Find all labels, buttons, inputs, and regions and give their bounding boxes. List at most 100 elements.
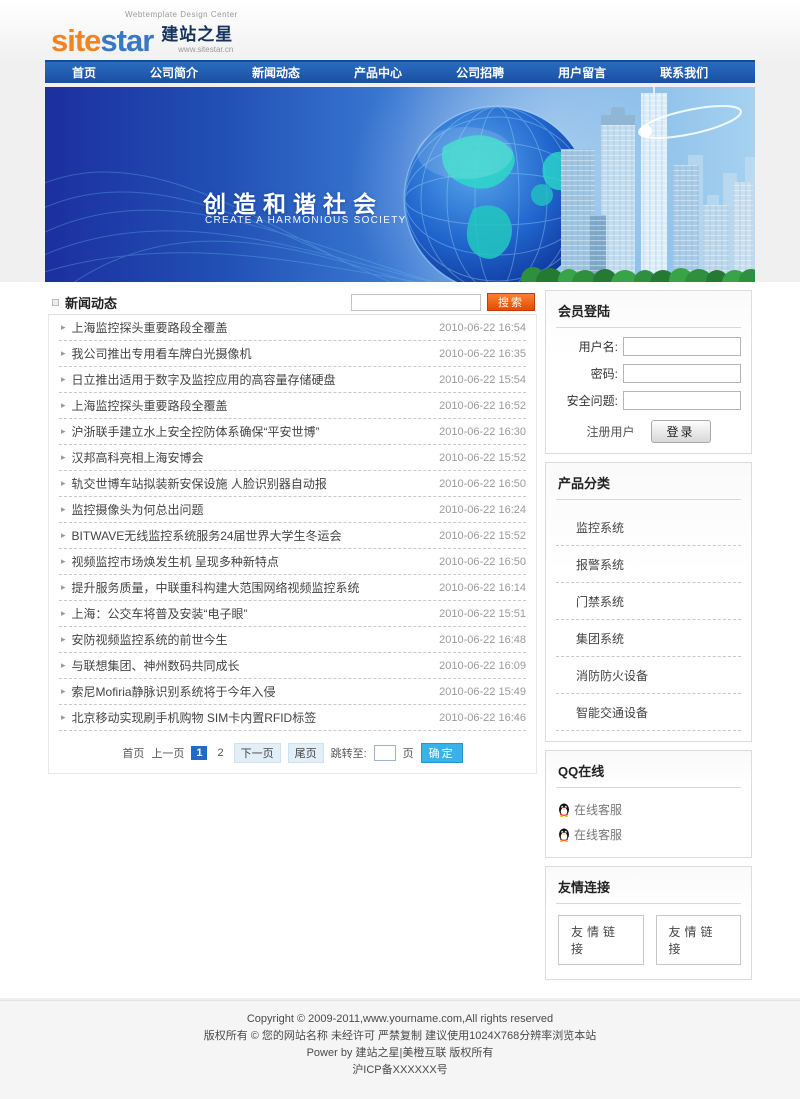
search-area: 搜索 (351, 293, 535, 311)
category-item-access[interactable]: 门禁系统 (556, 583, 741, 620)
news-link[interactable]: 提升服务质量，中联重科构建大范围网络视频监控系统 (72, 579, 360, 596)
news-item[interactable]: ▸BITWAVE无线监控系统服务24届世界大学生冬运会2010-06-22 15… (59, 523, 526, 549)
category-item-fire[interactable]: 消防防火设备 (556, 657, 741, 694)
news-link[interactable]: 轨交世博车站拟装新安保设施 人脸识别器自动报 (72, 475, 327, 492)
logo-site-text: site (51, 23, 100, 58)
arrow-bullet-icon: ▸ (61, 322, 66, 333)
nav-item-news[interactable]: 新闻动态 (225, 64, 327, 81)
footer: Copyright © 2009-2011,www.yourname.com,A… (0, 1000, 800, 1099)
news-date: 2010-06-22 16:48 (431, 634, 526, 646)
pagination-next[interactable]: 下一页 (234, 743, 281, 763)
news-link[interactable]: 北京移动实现刷手机购物 SIM卡内置RFID标签 (72, 709, 317, 726)
arrow-bullet-icon: ▸ (61, 530, 66, 541)
search-button[interactable]: 搜索 (487, 293, 535, 311)
pagination-jump-input[interactable] (374, 745, 396, 761)
news-link[interactable]: 沪浙联手建立水上安全控防体系确保“平安世博” (72, 423, 320, 440)
nav-item-home[interactable]: 首页 (45, 64, 123, 81)
qq-service-row[interactable]: 在线客服 (556, 822, 741, 847)
news-item[interactable]: ▸ 北京移动实现刷手机购物 SIM卡内置RFID标签 2010-06-22 16:4… (59, 705, 526, 731)
arrow-bullet-icon: ▸ (61, 426, 66, 437)
password-input[interactable] (623, 364, 741, 383)
logo-url-text: www.sitestar.cn (161, 45, 233, 54)
news-link[interactable]: BITWAVE无线监控系统服务24届世界大学生冬运会 (72, 527, 342, 544)
news-item[interactable]: ▸汉邦高科亮相上海安博会2010-06-22 15:52 (59, 445, 526, 471)
news-item[interactable]: ▸我公司推出专用看车牌白光摄像机2010-06-22 16:35 (59, 341, 526, 367)
nav-item-products[interactable]: 产品中心 (327, 64, 429, 81)
news-item[interactable]: ▸与联想集团、神州数码共同成长2010-06-22 16:09 (59, 653, 526, 679)
news-link[interactable]: 我公司推出专用看车牌白光摄像机 (72, 345, 252, 362)
news-link[interactable]: 视频监控市场焕发生机 呈现多种新特点 (72, 553, 279, 570)
news-link[interactable]: 安防视频监控系统的前世今生 (72, 631, 228, 648)
news-item[interactable]: ▸沪浙联手建立水上安全控防体系确保“平安世博”2010-06-22 16:30 (59, 419, 526, 445)
arrow-bullet-icon: ▸ (61, 712, 66, 723)
news-item[interactable]: ▸安防视频监控系统的前世今生2010-06-22 16:48 (59, 627, 526, 653)
qq-service-label[interactable]: 在线客服 (574, 826, 622, 843)
news-link[interactable]: 与联想集团、神州数码共同成长 (72, 657, 240, 674)
friendly-link[interactable]: 友情链接 (656, 915, 742, 965)
search-input[interactable] (351, 294, 481, 311)
product-categories-title: 产品分类 (556, 471, 741, 500)
logo-cn-text: 建站之星 (161, 20, 233, 45)
logo[interactable]: sitestar 建站之星 www.sitestar.cn (51, 20, 233, 56)
pagination: 首页 上一页 1 2 下一页 尾页 跳转至: 页 确定 (59, 743, 526, 763)
category-item-monitoring[interactable]: 监控系统 (556, 509, 741, 546)
friendly-link[interactable]: 友情链接 (558, 915, 644, 965)
category-item-group[interactable]: 集团系统 (556, 620, 741, 657)
news-link[interactable]: 索尼Mofiria静脉识别系统将于今年入侵 (72, 683, 276, 700)
login-button[interactable]: 登录 (651, 420, 711, 443)
pagination-confirm-button[interactable]: 确定 (421, 743, 463, 763)
news-link[interactable]: 监控摄像头为何总出问题 (72, 501, 204, 518)
news-link[interactable]: 上海监控探头重要路段全覆盖 (72, 397, 228, 414)
arrow-bullet-icon: ▸ (61, 348, 66, 359)
pagination-page-2[interactable]: 2 (214, 746, 226, 760)
news-item[interactable]: ▸索尼Mofiria静脉识别系统将于今年入侵2010-06-22 15:49 (59, 679, 526, 705)
category-item-alarm[interactable]: 报警系统 (556, 546, 741, 583)
qq-service-label[interactable]: 在线客服 (574, 801, 622, 818)
news-link[interactable]: 汉邦高科亮相上海安博会 (72, 449, 204, 466)
news-item[interactable]: ▸监控摄像头为何总出问题2010-06-22 16:24 (59, 497, 526, 523)
pagination-first[interactable]: 首页 (122, 745, 144, 761)
friendly-links-title: 友情连接 (556, 875, 741, 904)
arrow-bullet-icon: ▸ (61, 686, 66, 697)
category-item-traffic[interactable]: 智能交通设备 (556, 694, 741, 731)
pagination-last[interactable]: 尾页 (288, 743, 324, 763)
news-item[interactable]: ▸视频监控市场焕发生机 呈现多种新特点2010-06-22 16:50 (59, 549, 526, 575)
logo-cn-block: 建站之星 www.sitestar.cn (161, 20, 233, 56)
qq-service-row[interactable]: 在线客服 (556, 797, 741, 822)
qq-penguin-icon (558, 803, 570, 817)
nav-item-contact[interactable]: 联系我们 (633, 64, 735, 81)
register-link[interactable]: 注册用户 (586, 423, 634, 440)
news-item[interactable]: ▸轨交世博车站拟装新安保设施 人脸识别器自动报2010-06-22 16:50 (59, 471, 526, 497)
arrow-bullet-icon: ▸ (61, 608, 66, 619)
news-date: 2010-06-22 16:46 (431, 712, 526, 724)
category-list: 监控系统 报警系统 门禁系统 集团系统 消防防火设备 智能交通设备 (556, 509, 741, 731)
security-question-row: 安全问题: (556, 391, 741, 410)
qq-penguin-icon (558, 828, 570, 842)
news-date: 2010-06-22 16:54 (431, 322, 526, 334)
news-link[interactable]: 日立推出适用于数字及监控应用的高容量存储硬盘 (72, 371, 336, 388)
news-item[interactable]: ▸提升服务质量，中联重科构建大范围网络视频监控系统2010-06-22 16:1… (59, 575, 526, 601)
news-item[interactable]: ▸日立推出适用于数字及监控应用的高容量存储硬盘2010-06-22 15:54 (59, 367, 526, 393)
nav-item-about[interactable]: 公司简介 (123, 64, 225, 81)
news-date: 2010-06-22 15:51 (431, 608, 526, 620)
friendly-links-row: 友情链接 友情链接 (556, 913, 741, 969)
qq-online-box: QQ在线 在线客服 (545, 750, 752, 858)
pagination-page-1[interactable]: 1 (191, 746, 207, 760)
news-link[interactable]: 上海：公交车将普及安装“电子眼” (72, 605, 248, 622)
news-box: ▸ 上海监控探头重要路段全覆盖 2010-06-22 16:54 ▸ 我公司推出专用看… (48, 314, 537, 774)
arrow-bullet-icon: ▸ (61, 478, 66, 489)
nav-item-jobs[interactable]: 公司招聘 (429, 64, 531, 81)
news-item[interactable]: ▸ 上海：公交车将普及安装“电子眼” 2010-06-22 15:51 (59, 601, 526, 627)
hero-banner: 创造和谐社会 CREATE A HARMONIOUS SOCIETY (45, 87, 755, 282)
security-question-input[interactable] (623, 391, 741, 410)
news-link[interactable]: 上海监控探头重要路段全覆盖 (72, 319, 228, 336)
nav-item-guestbook[interactable]: 用户留言 (531, 64, 633, 81)
news-item[interactable]: ▸ 上海监控探头重要路段全覆盖 2010-06-22 16:54 (59, 315, 526, 341)
header-band: Webtemplate Design Center sitestar 建站之星 … (0, 0, 800, 60)
username-input[interactable] (623, 337, 741, 356)
pagination-prev[interactable]: 上一页 (151, 745, 184, 761)
qq-online-title: QQ在线 (556, 759, 741, 788)
news-date: 2010-06-22 15:52 (431, 452, 526, 464)
arrow-bullet-icon: ▸ (61, 660, 66, 671)
news-item[interactable]: ▸上海监控探头重要路段全覆盖2010-06-22 16:52 (59, 393, 526, 419)
